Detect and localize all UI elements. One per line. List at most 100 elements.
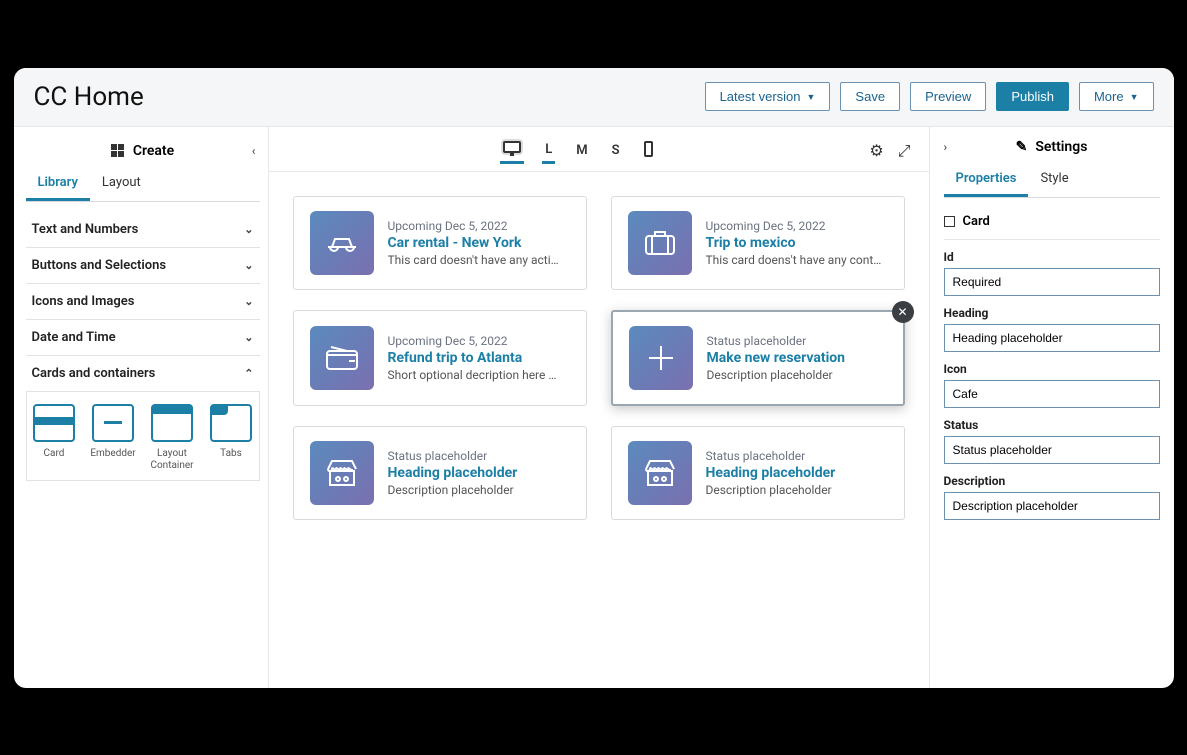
tabs-icon (210, 404, 252, 442)
section-date-time[interactable]: Date and Time ⌄ (26, 320, 260, 356)
card-thumb-store-icon (628, 441, 692, 505)
card-thumb-wallet-icon (310, 326, 374, 390)
more-dropdown[interactable]: More ▼ (1079, 82, 1154, 111)
ui-card-selected[interactable]: ✕ Status placeholder Make new reservatio… (611, 310, 905, 406)
pencil-icon: ✎ (1016, 139, 1028, 155)
field-input-icon[interactable] (944, 380, 1160, 408)
ui-card[interactable]: Status placeholder Heading placeholder D… (611, 426, 905, 520)
field-label-heading: Heading (944, 306, 1160, 320)
version-label: Latest version (720, 89, 801, 104)
card-grid: Upcoming Dec 5, 2022 Car rental - New Yo… (269, 172, 929, 544)
sidebar-tabs: Library Layout (26, 167, 260, 202)
publish-button[interactable]: Publish (996, 82, 1069, 111)
right-tabs: Properties Style (944, 163, 1160, 198)
tab-properties[interactable]: Properties (944, 163, 1029, 197)
card-thumb-suitcase-icon (628, 211, 692, 275)
library-item-layout-container[interactable]: Layout Container (149, 404, 196, 472)
card-desc: This card doesn't have any acti… (388, 253, 570, 267)
tab-layout[interactable]: Layout (90, 167, 153, 201)
version-dropdown[interactable]: Latest version ▼ (705, 82, 831, 111)
card-status: Status placeholder (388, 449, 570, 463)
field-input-id[interactable] (944, 268, 1160, 296)
section-text-numbers[interactable]: Text and Numbers ⌄ (26, 212, 260, 248)
library-item-embedder[interactable]: Embedder (90, 404, 137, 472)
canvas-actions: ⚙ ⤢ (869, 141, 910, 161)
sidebar-left: Create ‹ Library Layout Text and Numbers… (14, 127, 269, 688)
section-buttons-selections[interactable]: Buttons and Selections ⌄ (26, 248, 260, 284)
component-type-label: Card (963, 214, 990, 229)
library-item-card[interactable]: Card (31, 404, 78, 472)
preview-button[interactable]: Preview (910, 82, 986, 111)
section-cards-containers[interactable]: Cards and containers ⌃ (26, 356, 260, 392)
sidebar-right: › ✎ Settings Properties Style Card Id He… (929, 127, 1174, 688)
card-thumb-store-icon (310, 441, 374, 505)
sidebar-title-row: Create ‹ (26, 139, 260, 167)
field-label-description: Description (944, 474, 1160, 488)
caret-down-icon: ▼ (1130, 92, 1139, 102)
field-input-heading[interactable] (944, 324, 1160, 352)
chevron-down-icon: ⌄ (244, 223, 253, 236)
section-icons-images[interactable]: Icons and Images ⌄ (26, 284, 260, 320)
component-type-row: Card (944, 208, 1160, 240)
page-title: CC Home (34, 82, 144, 112)
card-type-icon (944, 216, 955, 227)
field-input-status[interactable] (944, 436, 1160, 464)
header-actions: Latest version ▼ Save Preview Publish Mo… (705, 82, 1154, 111)
ui-card[interactable]: Upcoming Dec 5, 2022 Trip to mexico This… (611, 196, 905, 290)
embedder-icon (92, 404, 134, 442)
library-items: Card Embedder Layout Container Tabs (26, 392, 260, 481)
card-heading: Heading placeholder (706, 465, 888, 481)
header-bar: CC Home Latest version ▼ Save Preview Pu… (14, 68, 1174, 127)
field-label-icon: Icon (944, 362, 1160, 376)
card-status: Upcoming Dec 5, 2022 (706, 219, 888, 233)
collapse-panel-icon[interactable]: › (944, 140, 948, 154)
field-label-status: Status (944, 418, 1160, 432)
create-icon (111, 144, 125, 158)
chevron-down-icon: ⌄ (244, 331, 253, 344)
card-heading: Refund trip to Atlanta (388, 350, 570, 366)
desktop-icon (503, 141, 521, 153)
card-status: Upcoming Dec 5, 2022 (388, 219, 570, 233)
card-heading: Make new reservation (707, 350, 887, 366)
card-desc: Description placeholder (706, 483, 888, 497)
card-heading: Heading placeholder (388, 465, 570, 481)
ui-card[interactable]: Upcoming Dec 5, 2022 Car rental - New Yo… (293, 196, 587, 290)
collapse-sidebar-icon[interactable]: ‹ (252, 144, 256, 158)
card-desc: Short optional decription here … (388, 368, 570, 382)
card-thumb-car-icon (310, 211, 374, 275)
more-label: More (1094, 89, 1124, 104)
settings-title: Settings (1035, 139, 1087, 155)
card-desc: This card doens't have any cont… (706, 253, 888, 267)
expand-icon[interactable]: ⤢ (898, 141, 911, 161)
ui-card[interactable]: Status placeholder Heading placeholder D… (293, 426, 587, 520)
card-heading: Trip to mexico (706, 235, 888, 251)
tab-library[interactable]: Library (26, 167, 90, 201)
layout-container-icon (151, 404, 193, 442)
settings-gear-icon[interactable]: ⚙ (869, 141, 883, 161)
field-label-id: Id (944, 250, 1160, 264)
viewport-m[interactable]: M (573, 139, 590, 162)
canvas-area: L M S ⚙ ⤢ Upcoming Dec 5, 2022 (269, 127, 929, 688)
canvas-toolbar: L M S ⚙ ⤢ (269, 127, 929, 172)
card-status: Status placeholder (706, 449, 888, 463)
card-icon (33, 404, 75, 442)
viewport-l[interactable]: L (542, 138, 555, 164)
save-button[interactable]: Save (840, 82, 900, 111)
ui-card[interactable]: Upcoming Dec 5, 2022 Refund trip to Atla… (293, 310, 587, 406)
viewport-mobile[interactable] (641, 137, 656, 165)
card-status: Upcoming Dec 5, 2022 (388, 334, 570, 348)
viewport-desktop[interactable] (500, 137, 524, 164)
close-icon[interactable]: ✕ (892, 301, 914, 323)
library-item-tabs[interactable]: Tabs (208, 404, 255, 472)
chevron-down-icon: ⌄ (244, 295, 253, 308)
card-thumb-plus-icon (629, 326, 693, 390)
chevron-down-icon: ⌄ (244, 259, 253, 272)
card-status: Status placeholder (707, 334, 887, 348)
viewport-group: L M S (500, 137, 655, 165)
chevron-up-icon: ⌃ (244, 367, 253, 380)
caret-down-icon: ▼ (807, 92, 816, 102)
field-input-description[interactable] (944, 492, 1160, 520)
viewport-s[interactable]: S (609, 139, 623, 162)
tab-style[interactable]: Style (1028, 163, 1080, 197)
sidebar-title: Create (133, 143, 174, 159)
